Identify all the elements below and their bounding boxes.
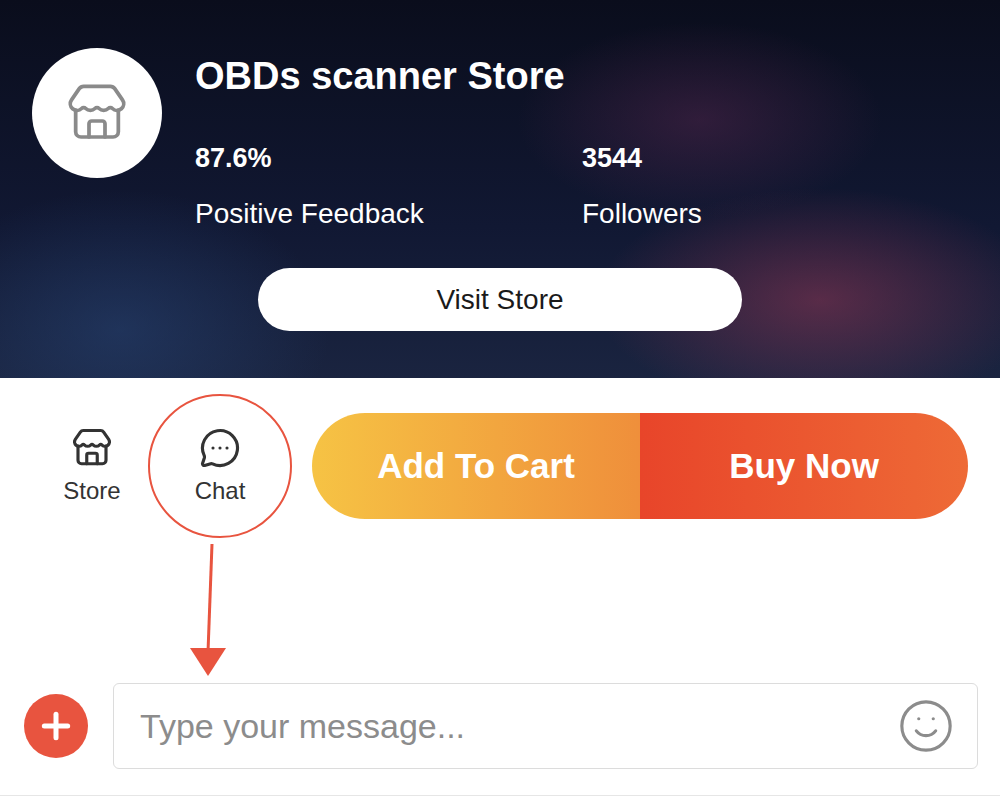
stat-label: Positive Feedback (195, 196, 582, 232)
store-header: OBDs scanner Store 87.6% Positive Feedback… (32, 48, 968, 232)
chat-link[interactable]: Chat (184, 427, 256, 505)
store-stats: 87.6% Positive Feedback3544 Followers (195, 142, 969, 232)
action-bar: Store Chat Add To CartBuy Now (0, 413, 1000, 519)
store-stat: 87.6% Positive Feedback (195, 142, 582, 232)
highlight-circle (148, 394, 292, 538)
plus-icon (36, 706, 76, 746)
store-banner: OBDs scanner Store 87.6% Positive Feedback… (0, 0, 1000, 378)
chat-bubble-icon (199, 427, 241, 469)
product-page: OBDs scanner Store 87.6% Positive Feedback… (0, 0, 1000, 806)
store-logo[interactable] (32, 48, 162, 178)
buy-now-button[interactable]: Buy Now (640, 413, 968, 519)
stat-value: 3544 (582, 142, 969, 174)
message-input[interactable] (138, 706, 885, 747)
visit-store-button[interactable]: Visit Store (258, 268, 742, 331)
store-icon (71, 427, 113, 469)
purchase-buttons: Add To CartBuy Now (312, 413, 968, 519)
store-name[interactable]: OBDs scanner Store (195, 48, 969, 104)
store-stat: 3544 Followers (582, 142, 969, 232)
message-field (113, 683, 978, 769)
add-attachment-button[interactable] (24, 694, 88, 758)
bottom-divider (0, 795, 1000, 796)
message-bar (0, 683, 1000, 769)
smiley-icon[interactable] (897, 697, 955, 755)
stat-value: 87.6% (195, 142, 582, 174)
add-to-cart-button[interactable]: Add To Cart (312, 413, 640, 519)
store-info: OBDs scanner Store 87.6% Positive Feedback… (195, 48, 969, 232)
storefront-icon (65, 81, 129, 145)
arrow-icon (188, 544, 228, 676)
link-label: Store (63, 477, 120, 505)
stat-label: Followers (582, 196, 969, 232)
link-label: Chat (195, 477, 246, 505)
store-link[interactable]: Store (56, 427, 128, 505)
